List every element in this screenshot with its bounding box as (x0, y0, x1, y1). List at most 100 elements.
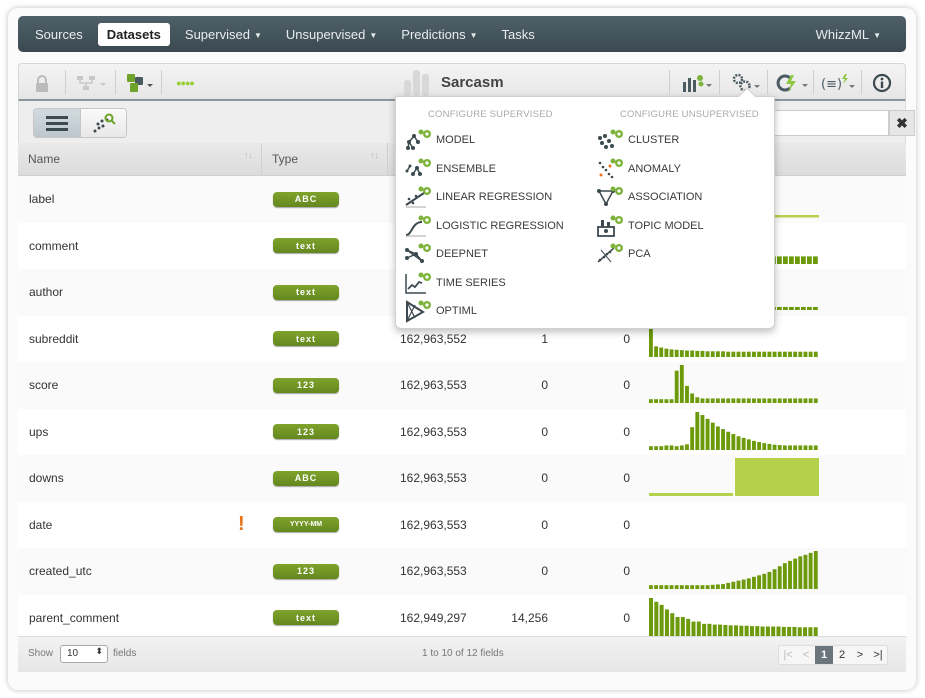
menu-item-anomaly[interactable]: ANOMALY (596, 155, 759, 184)
clear-search-button[interactable]: ✖ (889, 110, 915, 136)
field-name: label (29, 192, 55, 207)
field-histogram[interactable] (649, 458, 819, 498)
histogram-bar (690, 585, 695, 589)
histogram-bar (813, 398, 818, 403)
table-row[interactable]: downs ABC 162,963,553 0 0 (18, 455, 906, 502)
table-row[interactable]: ups 123 162,963,553 0 0 (18, 408, 906, 455)
histogram-bar (664, 585, 669, 589)
histogram-bar (777, 444, 782, 450)
first-page-button[interactable]: |< (779, 646, 797, 664)
histogram-bar (757, 351, 762, 357)
table-row[interactable]: date! YYYY-MM 162,963,553 0 0 (18, 501, 906, 548)
configure-model-chart-icon[interactable] (679, 72, 715, 94)
histogram-bar (757, 575, 762, 589)
column-header-type[interactable]: Type ↑↓ (262, 143, 388, 175)
lock-icon[interactable] (33, 72, 51, 94)
histogram-bar (723, 624, 728, 636)
menu-item-label: ANOMALY (628, 162, 681, 175)
nav-datasets[interactable]: Datasets (97, 22, 170, 46)
one-click-icon[interactable] (773, 72, 811, 94)
histogram-bar (772, 444, 777, 450)
menu-item-label: PCA (628, 248, 651, 261)
batch-prediction-icon[interactable]: (≡) (819, 72, 857, 94)
histogram-bar (741, 398, 746, 403)
sort-icon[interactable]: ↑↓ (244, 151, 253, 160)
field-histogram[interactable] (649, 597, 819, 638)
histogram-bar (735, 458, 819, 496)
last-page-button[interactable]: >| (869, 646, 887, 664)
histogram-bar (649, 597, 654, 636)
scatterplot-view-button[interactable] (80, 109, 126, 137)
histogram-bar (789, 255, 794, 264)
histogram-bar (757, 441, 762, 450)
histogram-bar (746, 351, 751, 357)
field-histogram[interactable] (649, 551, 819, 591)
field-errors: 0 (623, 564, 630, 579)
menu-item-pca[interactable]: PCA (596, 240, 759, 269)
menu-item-label: CLUSTER (628, 134, 680, 147)
page-2-button[interactable]: 2 (833, 646, 851, 664)
histogram-bar (813, 255, 818, 264)
field-histogram[interactable] (649, 411, 819, 452)
menu-item-topic-model[interactable]: TOPIC MODEL (596, 212, 759, 241)
histogram-bar (654, 345, 659, 357)
histogram-bar (787, 626, 792, 636)
histogram-bar (782, 563, 787, 589)
page-1-button[interactable]: 1 (815, 646, 833, 664)
histogram-bar (726, 398, 731, 403)
histogram-bar (695, 411, 700, 450)
menu-item-ensemble[interactable]: ENSEMBLE (404, 155, 564, 184)
field-histogram[interactable] (649, 365, 819, 405)
histogram-bar (772, 351, 777, 357)
menu-item-linear-regression[interactable]: LINEAR REGRESSION (404, 183, 564, 212)
field-type-badge: text (273, 284, 339, 300)
list-view-button[interactable] (34, 109, 80, 137)
menu-item-label: DEEPNET (436, 248, 488, 261)
list-icon (46, 116, 68, 131)
histogram-bar (715, 398, 720, 403)
nav-supervised[interactable]: Supervised ▼ (176, 23, 271, 46)
histogram-bar (705, 585, 710, 589)
menu-item-association[interactable]: ASSOCIATION (596, 183, 759, 212)
page-size-select[interactable]: 10 ⬍ (60, 645, 108, 663)
nav-sources[interactable]: Sources (26, 23, 92, 46)
histogram-bar (765, 626, 770, 636)
histogram-bar (680, 616, 685, 636)
menu-item-logistic-regression[interactable]: LOGISTIC REGRESSION (404, 212, 564, 241)
warning-icon[interactable]: ! (238, 513, 245, 536)
nav-unsupervised[interactable]: Unsupervised ▼ (277, 23, 386, 46)
field-search-input[interactable] (774, 110, 889, 136)
nav-predictions[interactable]: Predictions ▼ (392, 23, 486, 46)
workflow-icon[interactable] (75, 72, 109, 94)
nav-whizzml[interactable]: WhizzML ▼ (807, 23, 890, 46)
histogram-bar (736, 351, 741, 357)
unsupervised-column: CONFIGURE UNSUPERVISED CLUSTER ANOMALY ASS… (596, 109, 759, 269)
table-row[interactable]: score 123 162,963,553 0 0 (18, 362, 906, 409)
fields-label: fields (113, 648, 137, 659)
histogram-bar (659, 347, 664, 357)
histogram-bar (767, 571, 772, 589)
menu-item-model[interactable]: MODEL (404, 126, 564, 155)
histogram-bar (726, 431, 731, 450)
histogram-bar (788, 444, 792, 450)
nav-tasks[interactable]: Tasks (493, 23, 544, 46)
menu-item-label: MODEL (436, 134, 476, 147)
next-page-button[interactable]: > (851, 646, 869, 664)
histogram-bar (808, 444, 813, 450)
histogram-bar (793, 444, 798, 450)
ensemble-icon (404, 157, 434, 181)
menu-item-time-series[interactable]: TIME SERIES (404, 269, 564, 298)
prev-page-button[interactable]: < (797, 646, 815, 664)
menu-item-optiml[interactable]: OPTIML (404, 297, 564, 326)
sort-icon[interactable]: ↑↓ (370, 151, 379, 160)
histogram-bar (649, 399, 653, 403)
dataset-split-icon[interactable] (125, 72, 157, 94)
table-row[interactable]: parent_comment text 162,949,297 14,256 0 (18, 594, 906, 641)
field-name: ups (29, 424, 49, 439)
menu-item-cluster[interactable]: CLUSTER (596, 126, 759, 155)
table-row[interactable]: created_utc 123 162,963,553 0 0 (18, 548, 906, 595)
info-icon[interactable] (871, 72, 893, 94)
menu-item-deepnet[interactable]: DEEPNET (404, 240, 564, 269)
dataset-logo-icon (404, 68, 429, 96)
column-header-name[interactable]: Name ↑↓ (18, 143, 262, 175)
